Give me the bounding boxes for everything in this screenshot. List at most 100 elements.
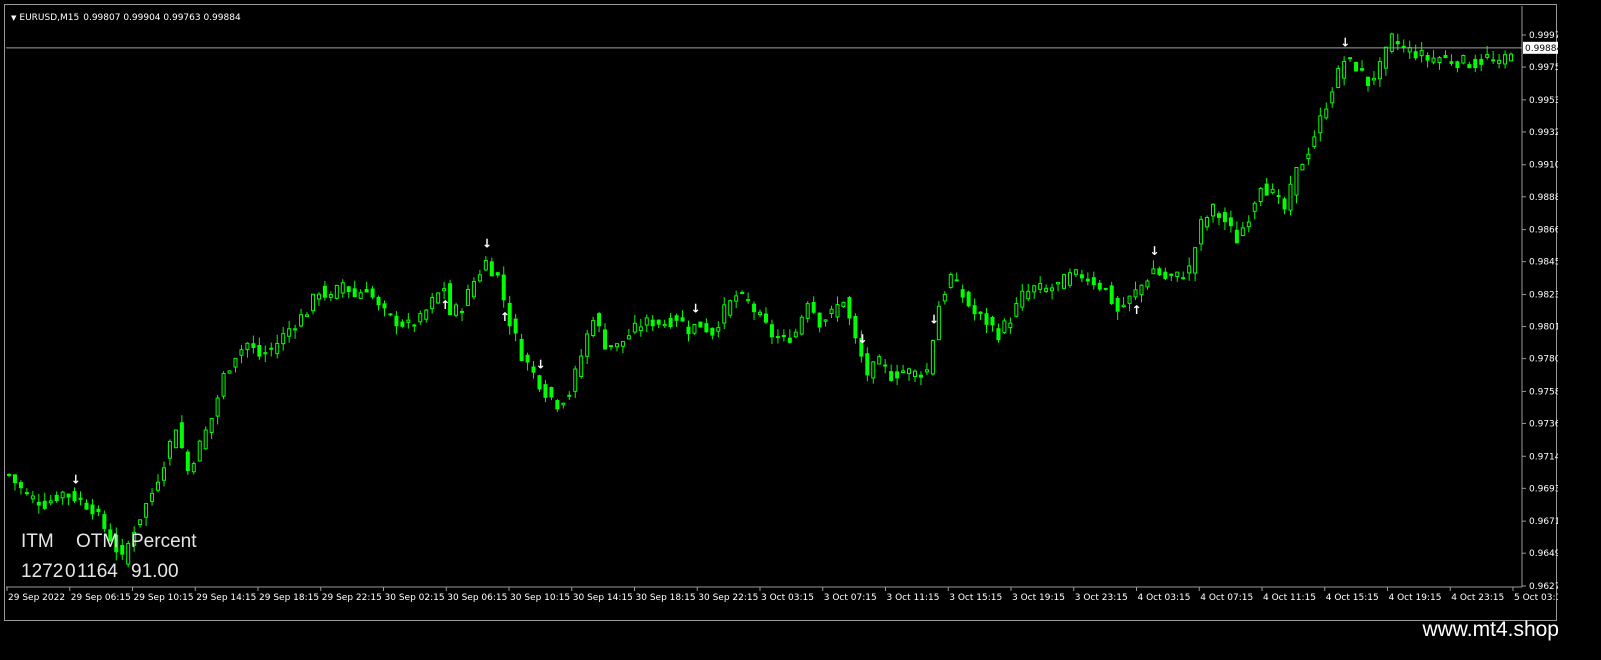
x-tick-label: 30 Sep 06:15: [447, 593, 507, 603]
y-tick-label: 0.97580: [1529, 387, 1558, 397]
candle-body: [1091, 277, 1096, 286]
candle-body: [1455, 61, 1460, 69]
chart-window[interactable]: 0.99970 0.99755 0.99535 0.99320 0.99100 0.988…: [4, 4, 1558, 622]
y-tick-label: 0.96495: [1529, 549, 1558, 559]
signal-down-arrow-icon: ↓: [929, 313, 939, 327]
candle-body: [1360, 68, 1365, 71]
candle-body: [316, 293, 321, 300]
candle-body: [495, 272, 500, 276]
candle-body: [1228, 217, 1233, 227]
candle-body: [889, 371, 894, 381]
candle-body: [1342, 60, 1347, 79]
candle-body: [1365, 76, 1370, 86]
candle-body: [78, 497, 83, 500]
candle-body: [501, 274, 506, 301]
candle-body: [191, 463, 196, 473]
candle-body: [525, 354, 530, 363]
signal-up-arrow-icon: ↑: [440, 298, 450, 312]
candle-body: [1413, 51, 1418, 59]
candle-body: [1509, 53, 1514, 62]
candle-body: [1497, 59, 1502, 64]
y-tick-label: 0.99535: [1529, 96, 1558, 106]
candle-body: [459, 310, 464, 313]
y-tick-label: 0.99970: [1529, 31, 1558, 41]
candle-body: [1312, 136, 1317, 147]
candle-body: [609, 345, 614, 348]
candle-body: [1461, 55, 1466, 64]
candle-body: [215, 397, 220, 417]
candle-body: [722, 304, 727, 324]
candle-body: [382, 303, 387, 309]
candle-body: [1294, 166, 1299, 196]
candle-body: [1383, 46, 1388, 69]
candle-body: [1389, 33, 1394, 52]
itm-label: ITM: [21, 531, 54, 552]
candle-body: [966, 291, 971, 307]
candle-body: [66, 493, 71, 498]
candle-body: [680, 317, 685, 322]
candle-body: [72, 491, 77, 502]
candle-body: [835, 304, 840, 318]
candle-body: [763, 313, 768, 323]
x-tick-label: 29 Sep 22:15: [322, 593, 382, 603]
x-tick-label: 4 Oct 07:15: [1200, 593, 1253, 603]
x-tick-label: 4 Oct 11:15: [1263, 593, 1316, 603]
candle-body: [1425, 55, 1430, 61]
candle-body: [1479, 58, 1484, 65]
candle-body: [513, 318, 518, 334]
candle-body: [352, 288, 357, 298]
candle-body: [1044, 287, 1049, 292]
price-chart[interactable]: 0.99970 0.99755 0.99535 0.99320 0.99100 0.988…: [5, 5, 1558, 622]
candle-body: [1234, 229, 1239, 244]
candle-body: [1222, 212, 1227, 223]
candle-body: [161, 467, 166, 481]
candle-body: [775, 336, 780, 339]
candle-body: [322, 285, 327, 298]
candle-body: [781, 335, 786, 338]
candle-body: [1437, 57, 1442, 64]
x-tick-label: 3 Oct 11:15: [887, 593, 940, 603]
candle-body: [334, 284, 339, 299]
candle-body: [537, 375, 542, 390]
candle-body: [102, 514, 107, 529]
candle-body: [734, 295, 739, 302]
candle-body: [144, 503, 149, 518]
y-tick-label: 0.98885: [1529, 193, 1558, 203]
candle-body: [1157, 268, 1162, 276]
candle-body: [275, 342, 280, 354]
candle-body: [585, 333, 590, 357]
candle-body: [251, 343, 256, 348]
x-tick-label: 4 Oct 23:15: [1451, 593, 1504, 603]
candle-body: [1199, 218, 1204, 245]
itm-value: 1272: [21, 561, 64, 582]
x-tick-label: 30 Sep 14:15: [573, 593, 633, 603]
candle-body: [1503, 54, 1508, 65]
otm-label: OTM: [76, 531, 119, 552]
candle-body: [787, 337, 792, 343]
candle-body: [173, 429, 178, 449]
x-tick-label: 29 Sep 2022: [8, 593, 65, 603]
candle-body: [597, 313, 602, 327]
candle-body: [543, 384, 548, 398]
candle-body: [84, 502, 89, 510]
candle-body: [42, 500, 47, 509]
candle-body: [924, 369, 929, 373]
candle-body: [591, 320, 596, 337]
x-tick-label: 3 Oct 07:15: [824, 593, 877, 603]
candle-body: [30, 495, 35, 500]
candle-body: [1026, 290, 1031, 300]
x-tick-label: 29 Sep 06:15: [71, 593, 131, 603]
candle-body: [614, 343, 619, 348]
candle-body: [930, 339, 935, 375]
candle-body: [18, 482, 23, 489]
candle-body: [1139, 284, 1144, 296]
candle-body: [287, 328, 292, 337]
chart-menu-arrow-icon[interactable]: ▼: [11, 14, 16, 22]
candle-body: [1306, 153, 1311, 160]
candle-body: [752, 303, 757, 313]
candle-body: [1056, 281, 1061, 285]
candle-body: [167, 440, 172, 459]
candle-body: [138, 519, 143, 526]
signal-down-arrow-icon: ↓: [482, 237, 492, 251]
candle-body: [912, 370, 917, 377]
